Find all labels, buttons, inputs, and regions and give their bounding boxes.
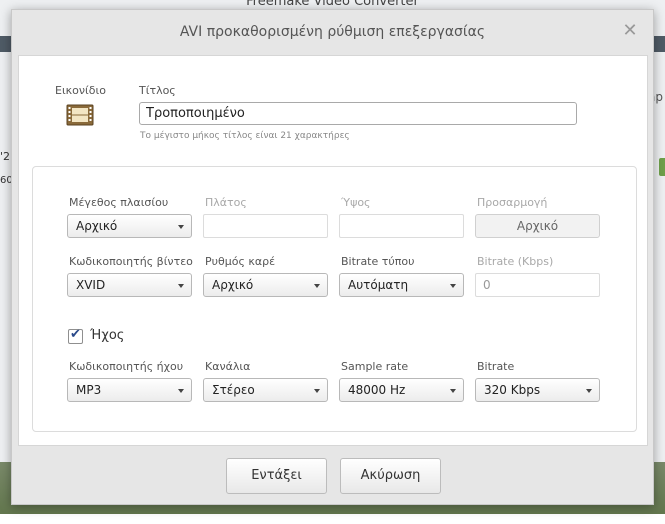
frame-size-select[interactable]: Αρχικό bbox=[67, 214, 192, 238]
film-icon[interactable] bbox=[66, 104, 94, 126]
background-window-title: Freemake Video Converter bbox=[246, 0, 419, 9]
video-bitrate-field[interactable]: 0 bbox=[475, 273, 600, 297]
height-label: Ύψος bbox=[341, 196, 371, 209]
bitrate-type-label: Bitrate τύπου bbox=[341, 255, 415, 268]
audio-bitrate-value: 320 Kbps bbox=[484, 383, 541, 397]
frame-rate-select[interactable]: Αρχικό bbox=[203, 273, 328, 297]
chevron-down-icon bbox=[314, 284, 320, 288]
chevron-down-icon bbox=[178, 389, 184, 393]
background-right-button bbox=[659, 158, 665, 176]
channels-select[interactable]: Στέρεο bbox=[203, 378, 328, 402]
icon-label: Εικονίδιο bbox=[55, 84, 106, 97]
chevron-down-icon bbox=[178, 225, 184, 229]
width-field[interactable] bbox=[203, 214, 328, 238]
chevron-down-icon bbox=[450, 284, 456, 288]
channels-label: Κανάλια bbox=[205, 360, 251, 373]
chevron-down-icon bbox=[178, 284, 184, 288]
audio-codec-value: MP3 bbox=[76, 383, 102, 397]
dialog-body: Εικονίδιο Τίτλος Το μέγιστο μήκος τίτλος… bbox=[18, 55, 648, 446]
dialog-title: AVI προκαθορισμένη ρύθμιση επεξεργασίας bbox=[179, 24, 486, 40]
adjust-label: Προσαρμογή bbox=[477, 196, 548, 209]
ok-button[interactable]: Εντάξει bbox=[226, 458, 327, 494]
frame-size-label: Μέγεθος πλαισίου bbox=[69, 196, 169, 209]
audio-bitrate-select[interactable]: 320 Kbps bbox=[475, 378, 600, 402]
checkmark-icon: ✔ bbox=[70, 327, 81, 342]
frame-size-value: Αρχικό bbox=[76, 219, 118, 233]
audio-checkbox[interactable]: ✔ bbox=[68, 327, 83, 344]
channels-value: Στέρεο bbox=[212, 383, 255, 397]
bitrate-type-value: Αυτόματη bbox=[348, 278, 409, 292]
sample-rate-value: 48000 Hz bbox=[348, 383, 406, 397]
dialog-header: AVI προκαθορισμένη ρύθμιση επεξεργασίας … bbox=[12, 10, 653, 54]
bitrate-type-select[interactable]: Αυτόματη bbox=[339, 273, 464, 297]
settings-panel: Μέγεθος πλαισίου Πλάτος Ύψος Προσαρμογή … bbox=[32, 166, 637, 432]
height-field[interactable] bbox=[339, 214, 464, 238]
audio-codec-label: Κωδικοποιητής ήχου bbox=[69, 360, 184, 373]
title-input[interactable] bbox=[139, 102, 577, 125]
cancel-button[interactable]: Ακύρωση bbox=[340, 458, 441, 494]
video-codec-label: Κωδικοποιητής βίντεο bbox=[69, 255, 193, 268]
preset-edit-dialog: AVI προκαθορισμένη ρύθμιση επεξεργασίας … bbox=[11, 9, 654, 505]
video-bitrate-label: Bitrate (Kbps) bbox=[477, 255, 554, 268]
audio-bitrate-label: Bitrate bbox=[477, 360, 515, 373]
sample-rate-label: Sample rate bbox=[341, 360, 409, 373]
title-length-hint: Το μέγιστο μήκος τίτλος είναι 21 χαρακτή… bbox=[140, 131, 350, 141]
video-codec-select[interactable]: XVID bbox=[67, 273, 192, 297]
close-button[interactable]: ✕ bbox=[621, 22, 639, 40]
audio-checkbox-label[interactable]: Ήχος bbox=[90, 328, 124, 343]
title-label: Τίτλος bbox=[139, 84, 176, 97]
audio-codec-select[interactable]: MP3 bbox=[67, 378, 192, 402]
adjust-button[interactable]: Αρχικό bbox=[475, 214, 600, 238]
close-icon: ✕ bbox=[622, 20, 638, 41]
video-codec-value: XVID bbox=[76, 278, 106, 292]
sample-rate-select[interactable]: 48000 Hz bbox=[339, 378, 464, 402]
width-label: Πλάτος bbox=[205, 196, 247, 209]
background-format-labels bbox=[0, 514, 665, 524]
chevron-down-icon bbox=[586, 389, 592, 393]
frame-rate-label: Ρυθμός καρέ bbox=[205, 255, 276, 268]
chevron-down-icon bbox=[450, 389, 456, 393]
chevron-down-icon bbox=[314, 389, 320, 393]
frame-rate-value: Αρχικό bbox=[212, 278, 254, 292]
